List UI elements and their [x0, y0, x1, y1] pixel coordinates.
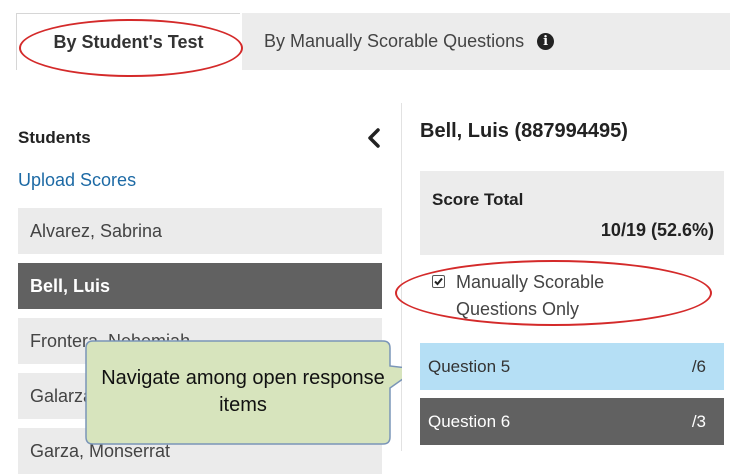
question-row-active[interactable]: Question 5 /6	[420, 343, 724, 390]
panel-divider	[401, 103, 402, 451]
student-name: Frontera, Nehemiah	[30, 330, 191, 351]
question-points: /3	[691, 411, 706, 431]
tab-label: By Manually Scorable Questions	[264, 31, 525, 51]
tab-by-students-test[interactable]: By Student's Test	[16, 13, 240, 70]
upload-scores-link[interactable]: Upload Scores	[18, 170, 136, 191]
student-header: Bell, Luis (887994495)	[420, 120, 628, 142]
question-points: /6	[691, 356, 706, 376]
tab-label: By Student's Test	[53, 31, 204, 52]
manually-scorable-checkbox[interactable]	[432, 275, 445, 288]
manually-scorable-label[interactable]: Manually Scorable Questions Only	[456, 269, 676, 323]
student-row-selected[interactable]: Bell, Luis	[18, 263, 382, 309]
score-total-box: Score Total 10/19 (52.6%)	[420, 171, 724, 255]
tab-bar: By Student's Test By Manually Scorable Q…	[16, 13, 730, 70]
question-label: Question 6	[428, 411, 511, 431]
student-name: Alvarez, Sabrina	[30, 220, 163, 241]
student-row[interactable]: Garza, Monserrat	[18, 428, 382, 474]
students-heading: Students	[18, 128, 91, 147]
question-row[interactable]: Question 6 /3	[420, 398, 724, 445]
chevron-left-icon[interactable]	[364, 127, 384, 149]
score-total-label: Score Total	[432, 190, 524, 209]
student-name: Bell, Luis	[30, 275, 111, 296]
question-label: Question 5	[428, 356, 511, 376]
callout-text: Navigate among open response items	[101, 367, 385, 416]
info-icon[interactable]: i	[537, 33, 555, 50]
score-total-value: 10/19 (52.6%)	[600, 220, 714, 240]
student-row[interactable]: Alvarez, Sabrina	[18, 208, 382, 254]
student-name: Garza, Monserrat	[30, 440, 171, 461]
student-row[interactable]: Frontera, Nehemiah	[18, 318, 382, 364]
tab-by-manually-scorable-questions[interactable]: By Manually Scorable Questions i	[242, 13, 730, 70]
